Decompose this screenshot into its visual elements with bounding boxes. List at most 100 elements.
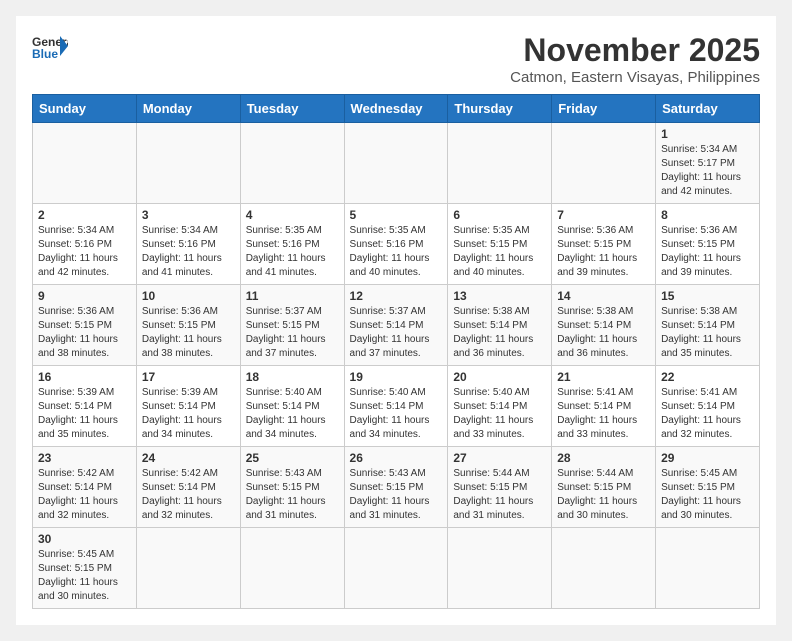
title-block: November 2025 Catmon, Eastern Visayas, P… — [510, 32, 760, 86]
calendar-week-row: 30 Sunrise: 5:45 AMSunset: 5:15 PMDayligh… — [33, 528, 760, 609]
weekday-header-tuesday: Tuesday — [240, 95, 344, 123]
calendar-cell: 26 Sunrise: 5:43 AMSunset: 5:15 PMDayligh… — [344, 447, 448, 528]
calendar-cell: 24 Sunrise: 5:42 AMSunset: 5:14 PMDayligh… — [136, 447, 240, 528]
calendar-week-row: 1 Sunrise: 5:34 AMSunset: 5:17 PMDaylight… — [33, 123, 760, 204]
day-info: Sunrise: 5:42 AMSunset: 5:14 PMDaylight:… — [142, 467, 235, 523]
day-info: Sunrise: 5:37 AMSunset: 5:14 PMDaylight:… — [350, 305, 443, 361]
day-info: Sunrise: 5:38 AMSunset: 5:14 PMDaylight:… — [557, 305, 650, 361]
calendar-cell — [448, 123, 552, 204]
calendar-cell — [136, 123, 240, 204]
calendar-cell — [33, 123, 137, 204]
calendar-cell: 30 Sunrise: 5:45 AMSunset: 5:15 PMDayligh… — [33, 528, 137, 609]
day-number: 5 — [350, 208, 443, 222]
day-info: Sunrise: 5:38 AMSunset: 5:14 PMDaylight:… — [453, 305, 546, 361]
calendar-cell: 23 Sunrise: 5:42 AMSunset: 5:14 PMDayligh… — [33, 447, 137, 528]
day-info: Sunrise: 5:39 AMSunset: 5:14 PMDaylight:… — [38, 386, 131, 442]
calendar-cell — [136, 528, 240, 609]
day-info: Sunrise: 5:34 AMSunset: 5:17 PMDaylight:… — [661, 143, 754, 199]
day-info: Sunrise: 5:38 AMSunset: 5:14 PMDaylight:… — [661, 305, 754, 361]
location-subtitle: Catmon, Eastern Visayas, Philippines — [510, 69, 760, 86]
day-info: Sunrise: 5:45 AMSunset: 5:15 PMDaylight:… — [38, 548, 131, 604]
calendar-cell: 3Sunrise: 5:34 AMSunset: 5:16 PMDaylight… — [136, 204, 240, 285]
weekday-header-friday: Friday — [552, 95, 656, 123]
calendar-cell: 1 Sunrise: 5:34 AMSunset: 5:17 PMDaylight… — [656, 123, 760, 204]
weekday-header-sunday: Sunday — [33, 95, 137, 123]
calendar-cell — [344, 123, 448, 204]
day-info: Sunrise: 5:45 AMSunset: 5:15 PMDaylight:… — [661, 467, 754, 523]
day-info: Sunrise: 5:44 AMSunset: 5:15 PMDaylight:… — [557, 467, 650, 523]
day-info: Sunrise: 5:41 AMSunset: 5:14 PMDaylight:… — [661, 386, 754, 442]
day-info: Sunrise: 5:35 AMSunset: 5:15 PMDaylight:… — [453, 224, 546, 280]
calendar-cell: 10 Sunrise: 5:36 AMSunset: 5:15 PMDayligh… — [136, 285, 240, 366]
day-number: 13 — [453, 289, 546, 303]
day-number: 6 — [453, 208, 546, 222]
day-info: Sunrise: 5:36 AMSunset: 5:15 PMDaylight:… — [38, 305, 131, 361]
day-info: Sunrise: 5:36 AMSunset: 5:15 PMDaylight:… — [557, 224, 650, 280]
calendar-cell: 19Sunrise: 5:40 AMSunset: 5:14 PMDayligh… — [344, 366, 448, 447]
calendar-cell: 11Sunrise: 5:37 AMSunset: 5:15 PMDayligh… — [240, 285, 344, 366]
day-number: 29 — [661, 451, 754, 465]
calendar-cell: 17Sunrise: 5:39 AMSunset: 5:14 PMDayligh… — [136, 366, 240, 447]
calendar-cell: 5 Sunrise: 5:35 AMSunset: 5:16 PMDaylight… — [344, 204, 448, 285]
calendar-week-row: 16 Sunrise: 5:39 AMSunset: 5:14 PMDayligh… — [33, 366, 760, 447]
calendar-cell: 13 Sunrise: 5:38 AMSunset: 5:14 PMDayligh… — [448, 285, 552, 366]
day-number: 25 — [246, 451, 339, 465]
calendar-cell: 28 Sunrise: 5:44 AMSunset: 5:15 PMDayligh… — [552, 447, 656, 528]
calendar-cell: 20 Sunrise: 5:40 AMSunset: 5:14 PMDayligh… — [448, 366, 552, 447]
calendar-cell: 27 Sunrise: 5:44 AMSunset: 5:15 PMDayligh… — [448, 447, 552, 528]
day-info: Sunrise: 5:35 AMSunset: 5:16 PMDaylight:… — [350, 224, 443, 280]
day-number: 11 — [246, 289, 339, 303]
day-number: 23 — [38, 451, 131, 465]
day-number: 20 — [453, 370, 546, 384]
calendar-table: SundayMondayTuesdayWednesdayThursdayFrid… — [32, 94, 760, 609]
day-number: 4 — [246, 208, 339, 222]
calendar-cell: 9 Sunrise: 5:36 AMSunset: 5:15 PMDaylight… — [33, 285, 137, 366]
day-number: 30 — [38, 532, 131, 546]
day-number: 15 — [661, 289, 754, 303]
calendar-cell: 25 Sunrise: 5:43 AMSunset: 5:15 PMDayligh… — [240, 447, 344, 528]
day-number: 16 — [38, 370, 131, 384]
day-info: Sunrise: 5:39 AMSunset: 5:14 PMDaylight:… — [142, 386, 235, 442]
day-number: 18 — [246, 370, 339, 384]
logo: General Blue — [32, 32, 68, 60]
day-number: 14 — [557, 289, 650, 303]
day-number: 10 — [142, 289, 235, 303]
calendar-cell — [240, 528, 344, 609]
day-number: 2 — [38, 208, 131, 222]
day-number: 21 — [557, 370, 650, 384]
day-info: Sunrise: 5:42 AMSunset: 5:14 PMDaylight:… — [38, 467, 131, 523]
day-number: 28 — [557, 451, 650, 465]
day-number: 7 — [557, 208, 650, 222]
calendar-cell: 18Sunrise: 5:40 AMSunset: 5:14 PMDayligh… — [240, 366, 344, 447]
calendar-week-row: 2 Sunrise: 5:34 AMSunset: 5:16 PMDaylight… — [33, 204, 760, 285]
day-number: 27 — [453, 451, 546, 465]
weekday-header-thursday: Thursday — [448, 95, 552, 123]
day-info: Sunrise: 5:43 AMSunset: 5:15 PMDaylight:… — [350, 467, 443, 523]
calendar-cell: 8 Sunrise: 5:36 AMSunset: 5:15 PMDaylight… — [656, 204, 760, 285]
day-info: Sunrise: 5:44 AMSunset: 5:15 PMDaylight:… — [453, 467, 546, 523]
day-number: 1 — [661, 127, 754, 141]
svg-text:Blue: Blue — [32, 47, 58, 60]
calendar-cell: 16 Sunrise: 5:39 AMSunset: 5:14 PMDayligh… — [33, 366, 137, 447]
day-info: Sunrise: 5:40 AMSunset: 5:14 PMDaylight:… — [453, 386, 546, 442]
day-info: Sunrise: 5:41 AMSunset: 5:14 PMDaylight:… — [557, 386, 650, 442]
day-info: Sunrise: 5:40 AMSunset: 5:14 PMDaylight:… — [350, 386, 443, 442]
calendar-cell: 2Sunrise: 5:34 AMSunset: 5:16 PMDaylight… — [33, 204, 137, 285]
calendar-week-row: 9 Sunrise: 5:36 AMSunset: 5:15 PMDaylight… — [33, 285, 760, 366]
day-info: Sunrise: 5:36 AMSunset: 5:15 PMDaylight:… — [142, 305, 235, 361]
day-number: 12 — [350, 289, 443, 303]
day-info: Sunrise: 5:36 AMSunset: 5:15 PMDaylight:… — [661, 224, 754, 280]
day-info: Sunrise: 5:43 AMSunset: 5:15 PMDaylight:… — [246, 467, 339, 523]
day-number: 9 — [38, 289, 131, 303]
day-info: Sunrise: 5:34 AMSunset: 5:16 PMDaylight:… — [142, 224, 235, 280]
calendar-page: General Blue November 2025 Catmon, Easte… — [16, 16, 776, 625]
calendar-cell: 14 Sunrise: 5:38 AMSunset: 5:14 PMDayligh… — [552, 285, 656, 366]
month-title: November 2025 — [510, 32, 760, 69]
weekday-header-saturday: Saturday — [656, 95, 760, 123]
day-number: 26 — [350, 451, 443, 465]
day-number: 8 — [661, 208, 754, 222]
calendar-cell: 15 Sunrise: 5:38 AMSunset: 5:14 PMDayligh… — [656, 285, 760, 366]
weekday-header-monday: Monday — [136, 95, 240, 123]
day-number: 24 — [142, 451, 235, 465]
weekday-header-row: SundayMondayTuesdayWednesdayThursdayFrid… — [33, 95, 760, 123]
